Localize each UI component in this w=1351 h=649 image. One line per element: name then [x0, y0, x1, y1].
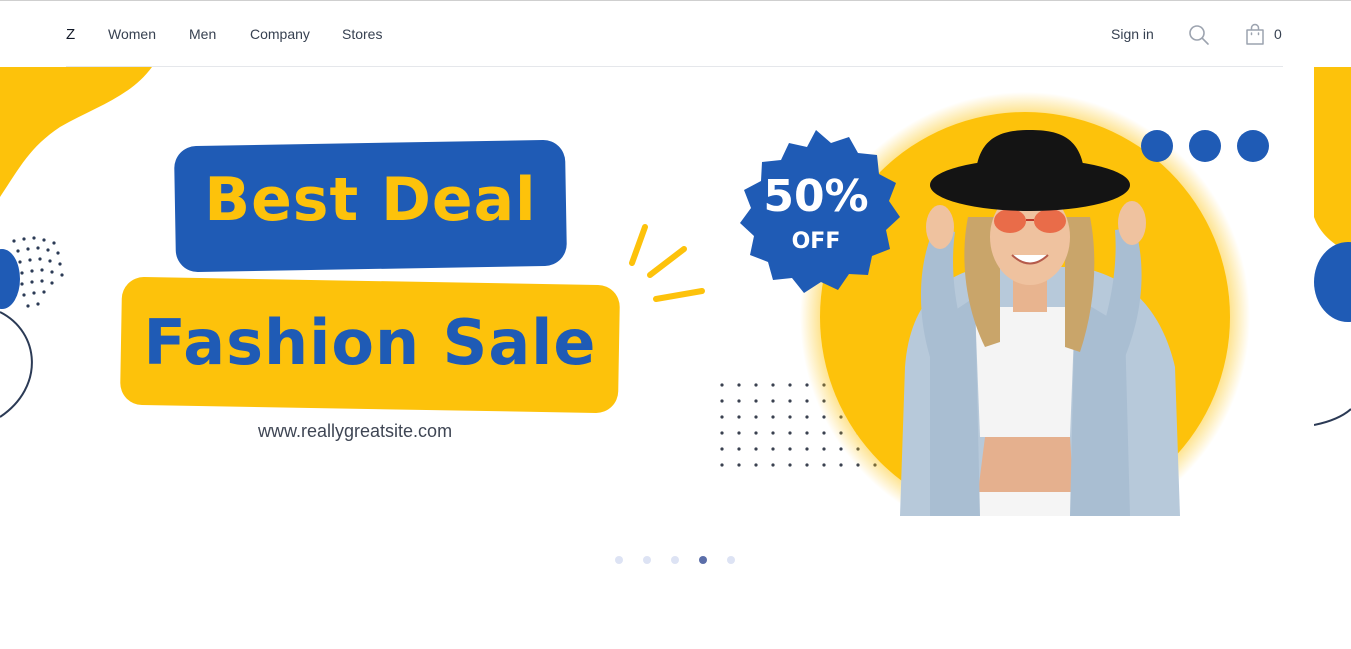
- hero-banner-slide[interactable]: Best Deal Fashion Sale www.reallygreatsi…: [0, 67, 1314, 516]
- page: Z Women Men Company Stores Sign in 0 Bes…: [0, 0, 1351, 649]
- nav-women[interactable]: Women: [108, 26, 156, 42]
- cart-count: 0: [1274, 26, 1282, 42]
- banner-website: www.reallygreatsite.com: [258, 421, 453, 441]
- banner-headline-best-deal: Best Deal: [204, 165, 537, 235]
- carousel-dot-4-active[interactable]: [699, 556, 707, 564]
- top-navigation: Z Women Men Company Stores Sign in 0: [66, 1, 1283, 67]
- sign-in-link[interactable]: Sign in: [1111, 26, 1154, 42]
- shopping-bag-icon[interactable]: [1243, 22, 1267, 46]
- carousel-dot-3[interactable]: [671, 556, 679, 564]
- nav-men[interactable]: Men: [189, 26, 216, 42]
- discount-badge-percent: 50%: [763, 171, 869, 222]
- next-slide-decoration: [1314, 67, 1351, 426]
- discount-badge-off: OFF: [791, 229, 841, 254]
- carousel-dot-2[interactable]: [643, 556, 651, 564]
- search-icon[interactable]: [1187, 23, 1211, 47]
- carousel-dot-5[interactable]: [727, 556, 735, 564]
- banner-headline-fashion-sale: Fashion Sale: [143, 306, 597, 379]
- next-slide-peek[interactable]: [1314, 67, 1351, 516]
- nav-stores[interactable]: Stores: [342, 26, 382, 42]
- nav-company[interactable]: Company: [250, 26, 310, 42]
- brand-logo[interactable]: Z: [66, 26, 75, 43]
- carousel-dot-1[interactable]: [615, 556, 623, 564]
